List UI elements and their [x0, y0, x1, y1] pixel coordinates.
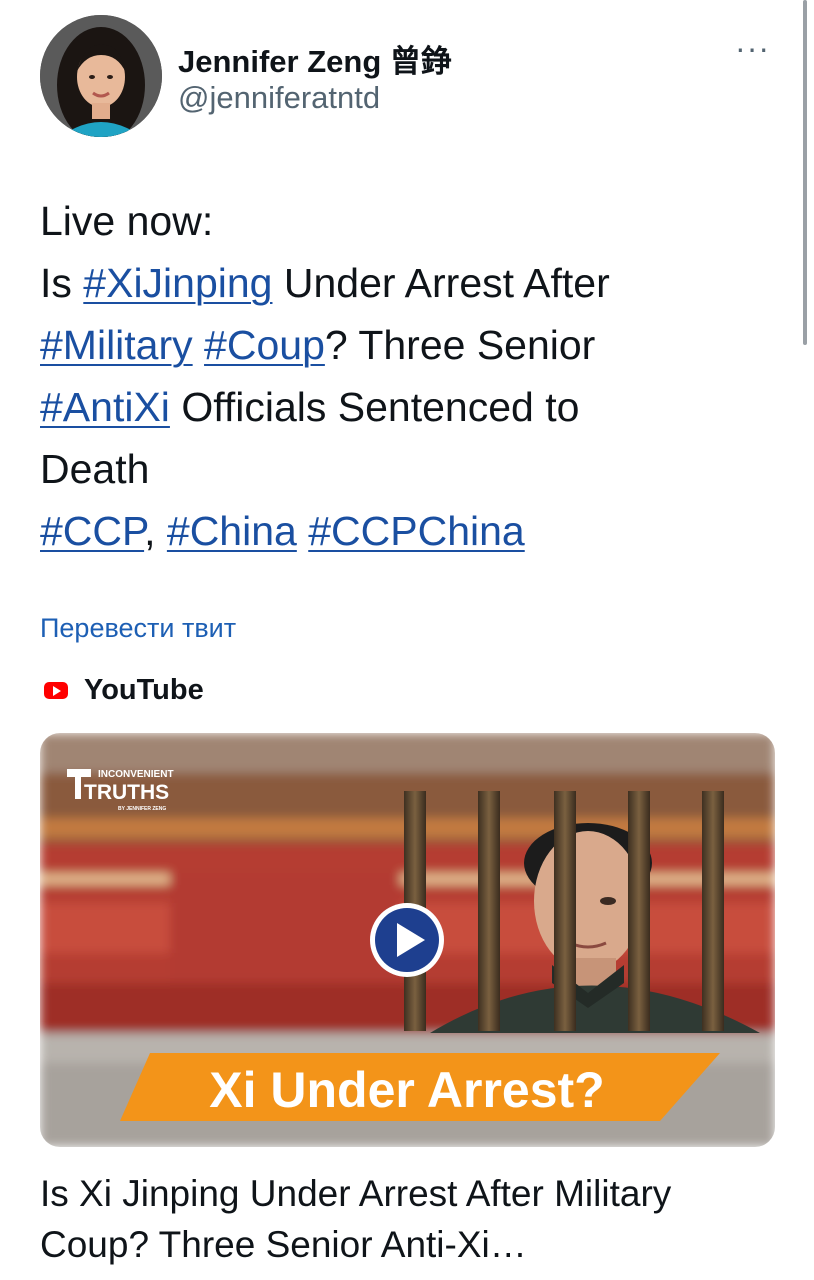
tweet-text-segment: Officials Sentenced to [169, 384, 580, 430]
headline-banner: Xi Under Arrest? [120, 1053, 720, 1121]
tweet-text: Live now: Is #XiJinping Under Arrest Afte… [40, 190, 780, 562]
tweet-line: #CCP, #China #CCPChina [40, 500, 780, 562]
logo-top-text: INCONVENIENT [98, 769, 174, 780]
avatar[interactable] [40, 15, 162, 137]
card-title-line: Is Xi Jinping Under Arrest After Militar… [40, 1173, 672, 1214]
card-title-line: Coup? Three Senior Anti-Xi… [40, 1224, 527, 1265]
tweet-line: #Military #Coup? Three Senior [40, 314, 780, 376]
tweet-line: Death [40, 438, 780, 500]
banner-text: Xi Under Arrest? [209, 1062, 604, 1118]
card-title[interactable]: Is Xi Jinping Under Arrest After Militar… [40, 1168, 780, 1270]
hashtag-link[interactable]: #China [167, 508, 297, 554]
more-options-icon[interactable]: ··· [735, 32, 770, 64]
link-source: YouTube [44, 674, 204, 707]
tweet-text-segment: Under Arrest After [272, 260, 610, 306]
hashtag-link[interactable]: #Coup [204, 322, 325, 368]
tweet-text-segment: , [144, 508, 167, 554]
tweet-text-segment [193, 322, 204, 368]
thumbnail-image: INCONVENIENT TRUTHS BY JENNIFER ZENG Xi … [40, 733, 775, 1147]
video-thumbnail[interactable]: INCONVENIENT TRUTHS BY JENNIFER ZENG Xi … [40, 733, 775, 1147]
tweet-text-segment: Live now: [40, 198, 214, 244]
hashtag-link[interactable]: #CCPChina [308, 508, 525, 554]
logo-main-text: TRUTHS [84, 781, 169, 804]
tweet-text-segment [297, 508, 308, 554]
tweet-text-segment: Death [40, 446, 150, 492]
tweet-text-segment: ? Three Senior [324, 322, 596, 368]
youtube-icon [44, 682, 68, 699]
logo-sub-text: BY JENNIFER ZENG [118, 806, 166, 812]
translate-tweet-link[interactable]: Перевести твит [40, 613, 236, 644]
source-label: YouTube [84, 674, 204, 706]
tweet-text-segment: Is [40, 260, 84, 306]
avatar-image [40, 15, 162, 137]
hashtag-link[interactable]: #CCP [40, 508, 144, 554]
author-handle[interactable]: @jenniferatntd [178, 80, 380, 116]
scrollbar[interactable] [803, 0, 807, 345]
hashtag-link[interactable]: #Military [40, 322, 193, 368]
author-name[interactable]: Jennifer Zeng 曾錚 [178, 36, 452, 81]
tweet-line: #AntiXi Officials Sentenced to [40, 376, 780, 438]
hashtag-link[interactable]: #XiJinping [83, 260, 272, 306]
hashtag-link[interactable]: #AntiXi [40, 384, 170, 430]
tweet-line: Is #XiJinping Under Arrest After [40, 252, 780, 314]
tweet-line: Live now: [40, 190, 780, 252]
play-icon[interactable] [370, 903, 444, 977]
